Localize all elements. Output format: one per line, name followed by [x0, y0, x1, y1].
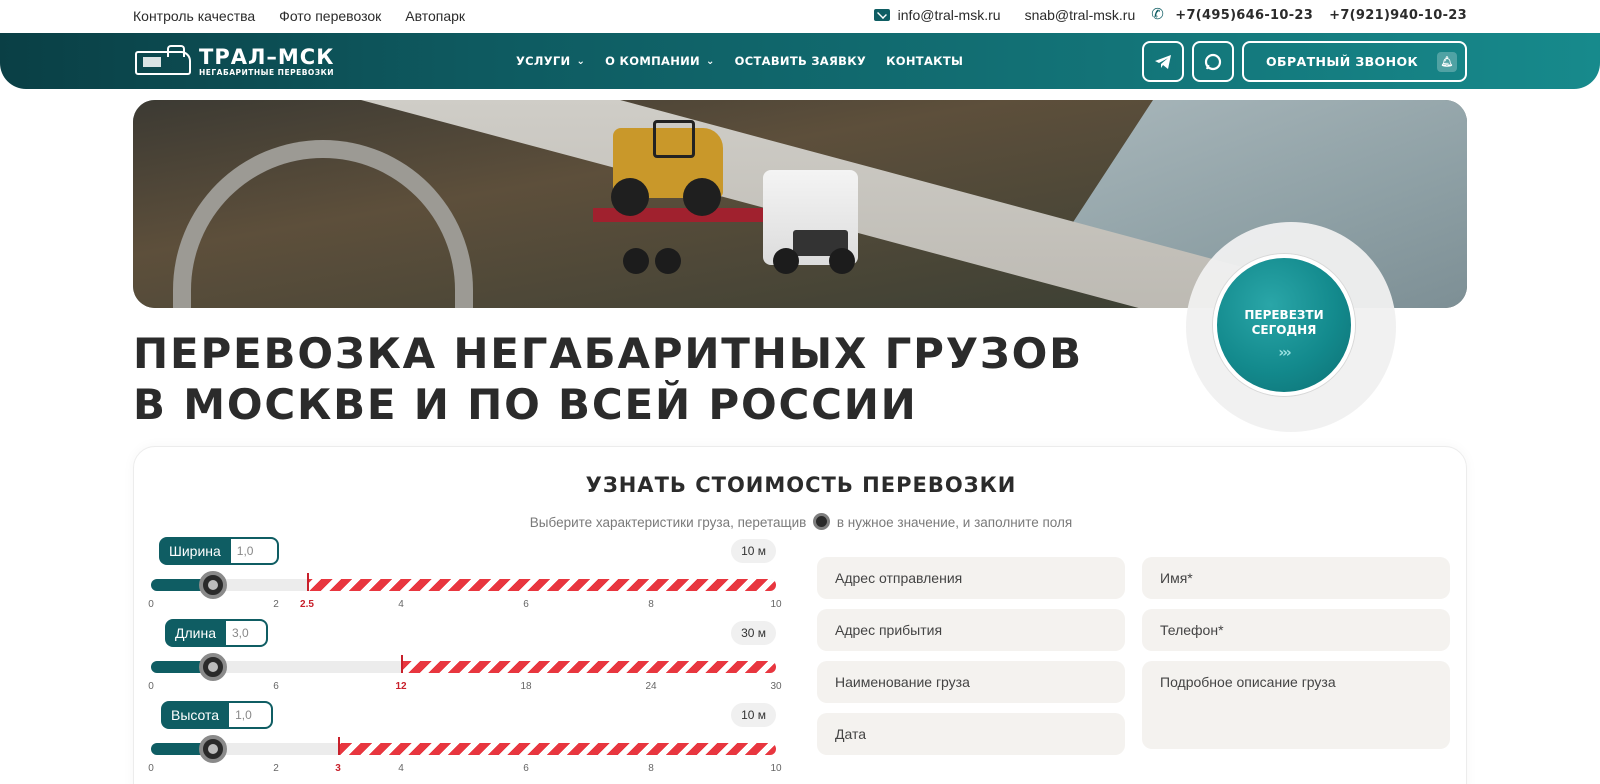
- page-title: ПЕРЕВОЗКА НЕГАБАРИТНЫХ ГРУЗОВ В МОСКВЕ И…: [133, 328, 1133, 430]
- calculator-subtitle-end: в нужное значение, и заполните поля: [836, 515, 1073, 530]
- whatsapp-button[interactable]: [1192, 41, 1234, 82]
- length-handle[interactable]: [199, 653, 227, 681]
- width-max: 10 м: [731, 539, 776, 563]
- top-nav-photos-link[interactable]: Фото перевозок: [279, 8, 381, 24]
- length-label: Длина: [165, 619, 226, 647]
- phone-link-1[interactable]: +7(495)646-10-23: [1175, 8, 1313, 23]
- phone-link-2[interactable]: +7(921)940-10-23: [1329, 8, 1467, 23]
- email-snab-link[interactable]: snab@tral-msk.ru: [1025, 7, 1136, 23]
- length-tag: Длина 3,0: [151, 619, 268, 647]
- phone-icon: ✆: [1151, 6, 1164, 23]
- telegram-icon: [1155, 54, 1171, 69]
- height-value-input[interactable]: 1,0: [229, 701, 274, 729]
- height-handle[interactable]: [199, 735, 227, 763]
- heavy-truck-illustration: [593, 120, 873, 290]
- phone-field[interactable]: Телефон*: [1142, 609, 1450, 651]
- truck-logo-icon: [133, 41, 193, 81]
- name-field[interactable]: Имя*: [1142, 557, 1450, 599]
- nav-services[interactable]: УСЛУГИ ⌄: [516, 54, 585, 68]
- email-group: info@tral-msk.ru snab@tral-msk.ru: [873, 7, 1136, 23]
- length-track[interactable]: [151, 653, 776, 681]
- width-track[interactable]: [151, 571, 776, 599]
- cta-line-1: ПЕРЕВЕЗТИ: [1244, 308, 1324, 322]
- callback-button[interactable]: ОБРАТНЫЙ ЗВОНОК 🔔︎: [1242, 41, 1467, 82]
- callback-button-label: ОБРАТНЫЙ ЗВОНОК: [1266, 54, 1419, 69]
- chevron-down-icon: ⌄: [705, 55, 715, 67]
- cta-line-2: СЕГОДНЯ: [1251, 323, 1317, 337]
- top-bar: Контроль качества Фото перевозок Автопар…: [0, 0, 1600, 33]
- page-title-line-2: В МОСКВЕ И ПО ВСЕЙ РОССИИ: [133, 380, 918, 429]
- nav-request[interactable]: ОСТАВИТЬ ЗАЯВКУ: [735, 54, 866, 68]
- calculator-subtitle: Выберите характеристики груза, перетащив…: [134, 513, 1468, 530]
- price-calculator: УЗНАТЬ СТОИМОСТЬ ПЕРЕВОЗКИ Выберите хара…: [133, 446, 1467, 784]
- logo-title: ТРАЛ–МСК: [199, 44, 335, 69]
- cargo-name-field[interactable]: Наименование груза: [817, 661, 1125, 703]
- bell-icon: 🔔︎: [1437, 52, 1457, 72]
- mail-icon: [873, 9, 890, 21]
- height-max: 10 м: [731, 703, 776, 727]
- nav-contacts[interactable]: КОНТАКТЫ: [886, 54, 963, 68]
- nav-about[interactable]: О КОМПАНИИ ⌄: [605, 54, 715, 68]
- telegram-button[interactable]: [1142, 41, 1184, 82]
- logo[interactable]: ТРАЛ–МСК НЕГАБАРИТНЫЕ ПЕРЕВОЗКИ: [133, 41, 334, 81]
- height-ticks: 0 2 3 4 6 8 10: [148, 763, 782, 774]
- length-value-input[interactable]: 3,0: [226, 619, 268, 647]
- width-ticks: 0 2 2.5 4 6 8 10: [148, 599, 782, 610]
- length-ticks: 0 6 12 18 24 30: [148, 681, 782, 692]
- nav-contacts-label: КОНТАКТЫ: [886, 54, 964, 68]
- page-title-line-1: ПЕРЕВОЗКА НЕГАБАРИТНЫХ ГРУЗОВ: [133, 329, 1083, 378]
- from-address-field[interactable]: Адрес отправления: [817, 557, 1125, 599]
- chevrons-right-icon: ›››: [1278, 345, 1291, 361]
- whatsapp-icon: [1204, 53, 1222, 70]
- width-handle[interactable]: [199, 571, 227, 599]
- width-value-input[interactable]: 1,0: [230, 537, 279, 565]
- main-nav: УСЛУГИ ⌄ О КОМПАНИИ ⌄ ОСТАВИТЬ ЗАЯВКУ КО…: [516, 54, 963, 68]
- length-max: 30 м: [731, 621, 776, 645]
- width-label: Ширина: [159, 537, 231, 565]
- top-nav: Контроль качества Фото перевозок Автопар…: [133, 8, 465, 24]
- nav-services-label: УСЛУГИ: [516, 54, 571, 68]
- top-nav-quality-link[interactable]: Контроль качества: [133, 8, 255, 24]
- slider-knob-icon: [813, 513, 831, 530]
- cargo-description-field[interactable]: Подробное описание груза: [1142, 661, 1450, 749]
- contacts: info@tral-msk.ru snab@tral-msk.ru ✆ +7(4…: [873, 6, 1467, 23]
- date-field[interactable]: Дата: [817, 713, 1125, 755]
- email-info-link[interactable]: info@tral-msk.ru: [898, 7, 1001, 23]
- calculator-title: УЗНАТЬ СТОИМОСТЬ ПЕРЕВОЗКИ: [585, 473, 1017, 497]
- width-tag: Ширина 1,0: [151, 537, 279, 565]
- nav-about-label: О КОМПАНИИ: [605, 54, 700, 68]
- transport-today-button[interactable]: ПЕРЕВЕЗТИ СЕГОДНЯ ›››: [1213, 254, 1355, 396]
- chevron-down-icon: ⌄: [576, 55, 586, 67]
- main-header: ТРАЛ–МСК НЕГАБАРИТНЫЕ ПЕРЕВОЗКИ УСЛУГИ ⌄…: [0, 33, 1600, 89]
- height-track[interactable]: [151, 735, 776, 763]
- nav-request-label: ОСТАВИТЬ ЗАЯВКУ: [734, 54, 867, 68]
- calculator-subtitle-start: Выберите характеристики груза, перетащив: [529, 515, 807, 530]
- height-tag: Высота 1,0: [151, 701, 274, 729]
- logo-subtitle: НЕГАБАРИТНЫЕ ПЕРЕВОЗКИ: [199, 67, 335, 77]
- top-nav-fleet-link[interactable]: Автопарк: [405, 8, 465, 24]
- to-address-field[interactable]: Адрес прибытия: [817, 609, 1125, 651]
- height-label: Высота: [161, 701, 230, 729]
